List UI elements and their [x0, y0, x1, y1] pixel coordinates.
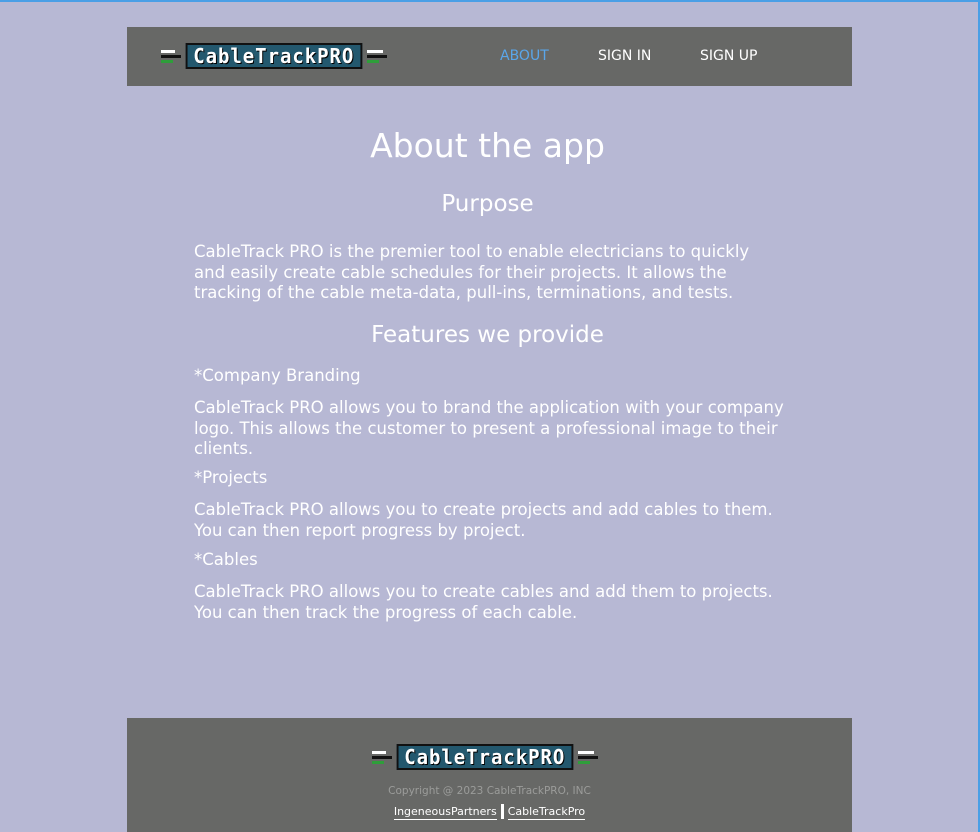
features-heading: Features we provide: [371, 322, 604, 348]
footer-link-cabletrackpro[interactable]: CableTrackPro: [507, 804, 586, 820]
logo-text: CableTrackPRO: [185, 43, 362, 69]
feature-text-projects: CableTrack PRO allows you to create proj…: [194, 500, 773, 540]
footer-links: IngeneousPartners CableTrackPro: [127, 804, 852, 820]
feature-text-company-branding: CableTrack PRO allows you to brand the a…: [194, 398, 784, 458]
footer-logo-text: CableTrackPRO: [396, 744, 573, 770]
footer-cabletrackpro-logo: CableTrackPRO: [372, 744, 598, 770]
cable-plug-right-icon: [577, 750, 598, 764]
site-footer: CableTrackPRO Copyright @ 2023 CableTrac…: [127, 718, 852, 832]
feature-title-projects: *Projects: [194, 468, 268, 487]
cabletrackpro-logo[interactable]: CableTrackPRO: [161, 43, 387, 69]
cable-plug-right-icon: [366, 49, 387, 63]
cable-plug-left-icon: [161, 49, 181, 63]
site-header: CableTrackPRO ABOUT SIGN IN SIGN UP: [127, 27, 852, 86]
copyright-text: Copyright @ 2023 CableTrackPRO, INC: [388, 785, 591, 797]
nav-sign-in-link[interactable]: SIGN IN: [598, 48, 651, 64]
feature-title-cables: *Cables: [194, 550, 258, 569]
footer-link-ingeneous-partners[interactable]: IngeneousPartners: [393, 804, 497, 820]
nav-sign-up-link[interactable]: SIGN UP: [700, 48, 757, 64]
footer-link-separator: [500, 804, 504, 819]
page-title: About the app: [370, 126, 605, 165]
purpose-heading: Purpose: [441, 191, 534, 217]
nav-about-link[interactable]: ABOUT: [500, 48, 549, 64]
feature-title-company-branding: *Company Branding: [194, 366, 361, 385]
cable-plug-left-icon: [372, 750, 392, 764]
feature-text-cables: CableTrack PRO allows you to create cabl…: [194, 582, 773, 622]
purpose-text: CableTrack PRO is the premier tool to en…: [194, 242, 750, 302]
window-top-border: [0, 0, 980, 2]
